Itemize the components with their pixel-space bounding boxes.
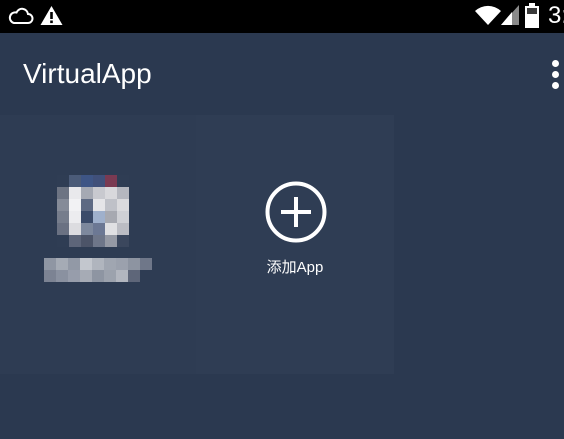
app-title: VirtualApp bbox=[23, 58, 152, 89]
battery-icon bbox=[525, 3, 539, 28]
clock: 3: bbox=[548, 2, 564, 29]
warning-icon bbox=[40, 6, 63, 25]
app-label-blurred bbox=[44, 258, 154, 282]
signal-icon bbox=[501, 5, 519, 25]
more-vert-icon bbox=[552, 60, 559, 67]
more-options-button[interactable] bbox=[538, 53, 564, 93]
screen: 3: VirtualApp bbox=[0, 0, 564, 439]
app-icon bbox=[57, 175, 129, 247]
add-app-tile[interactable]: 添加App bbox=[196, 115, 394, 374]
status-bar: 3: bbox=[0, 0, 564, 33]
cloud-icon bbox=[8, 7, 34, 24]
wifi-icon bbox=[475, 5, 501, 26]
app-bar: VirtualApp bbox=[0, 33, 564, 115]
installed-app-tile[interactable] bbox=[0, 115, 196, 374]
plus-circle-icon bbox=[265, 181, 327, 243]
add-app-label: 添加App bbox=[266, 259, 324, 276]
